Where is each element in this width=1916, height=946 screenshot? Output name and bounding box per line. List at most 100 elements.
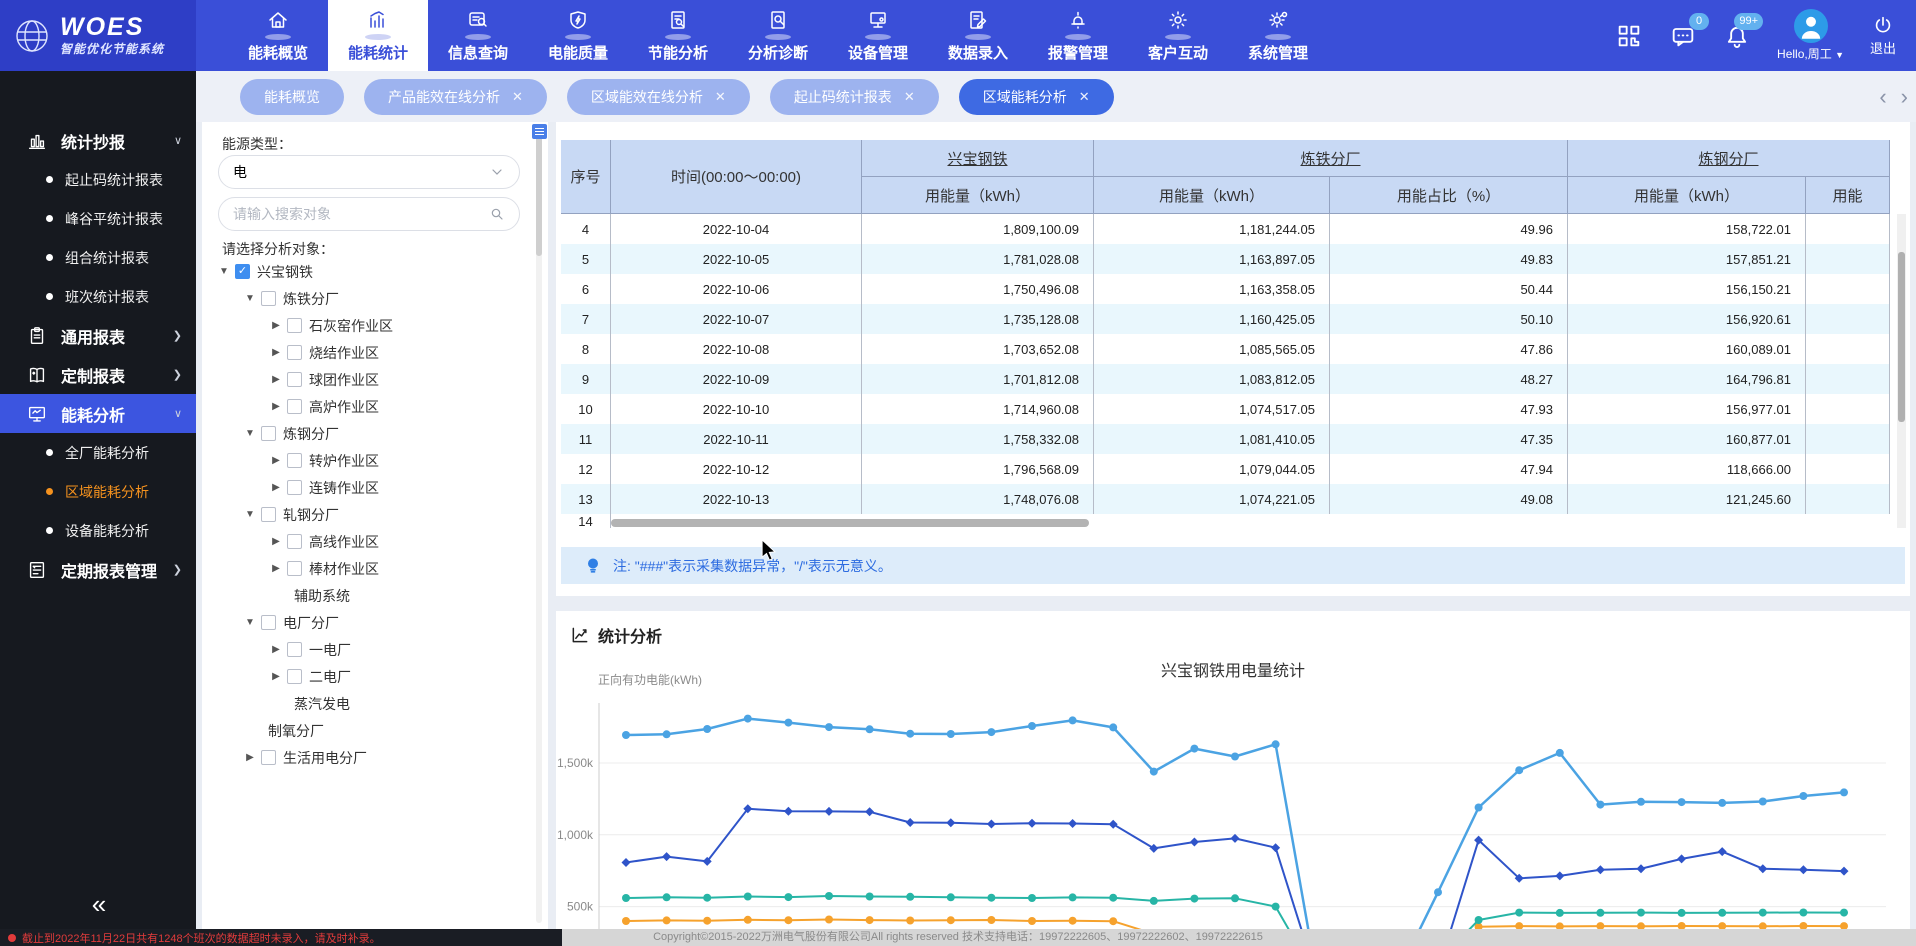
tree-collapse-arrow-icon[interactable]: ▶	[270, 644, 282, 655]
tree-scrollbar[interactable]	[536, 126, 542, 923]
tree-checkbox[interactable]	[261, 750, 276, 765]
tree-node[interactable]: 辅助系统	[202, 582, 532, 609]
sidebar-item-12[interactable]: 定期报表管理❯	[0, 550, 196, 589]
tree-collapse-arrow-icon[interactable]: ▶	[270, 455, 282, 466]
tree-collapse-arrow-icon[interactable]: ▶	[270, 536, 282, 547]
sidebar-item-10[interactable]: 区域能耗分析	[0, 472, 196, 511]
tree-checkbox[interactable]	[287, 372, 302, 387]
nav-item-4[interactable]: 电能质量	[528, 0, 628, 71]
tab-1[interactable]: 能耗概览	[240, 79, 344, 115]
sidebar-item-9[interactable]: 全厂能耗分析	[0, 433, 196, 472]
tree-node[interactable]: ▶一电厂	[202, 636, 532, 663]
sidebar-item-3[interactable]: 峰谷平统计报表	[0, 199, 196, 238]
tree-node[interactable]: ▶石灰窑作业区	[202, 312, 532, 339]
tree-checkbox[interactable]	[287, 345, 302, 360]
tree-node[interactable]: ▼炼钢分厂	[202, 420, 532, 447]
tree-collapse-arrow-icon[interactable]: ▶	[270, 563, 282, 574]
qr-code-icon[interactable]	[1615, 22, 1643, 50]
tree-node[interactable]: ▼✓兴宝钢铁	[202, 258, 532, 285]
tree-node[interactable]: ▶二电厂	[202, 663, 532, 690]
close-icon[interactable]: ✕	[1079, 89, 1090, 105]
tab-3[interactable]: 区域能效在线分析✕	[567, 79, 750, 115]
sidebar-item-4[interactable]: 组合统计报表	[0, 238, 196, 277]
tab-5[interactable]: 区域能耗分析✕	[959, 79, 1114, 115]
nav-item-9[interactable]: 报警管理	[1028, 0, 1128, 71]
table-vscroll-thumb[interactable]	[1898, 252, 1905, 422]
tree-node[interactable]: ▶连铸作业区	[202, 474, 532, 501]
nav-item-8[interactable]: 数据录入	[928, 0, 1028, 71]
tree-checkbox[interactable]	[261, 291, 276, 306]
tree-expand-arrow-icon[interactable]: ▼	[244, 293, 256, 304]
teal-series-point	[622, 894, 630, 902]
tree-collapse-arrow-icon[interactable]: ▶	[244, 752, 256, 763]
tree-collapse-arrow-icon[interactable]: ▶	[270, 671, 282, 682]
tree-node[interactable]: ▶高炉作业区	[202, 393, 532, 420]
tree-node[interactable]: ▶棒材作业区	[202, 555, 532, 582]
tree-checkbox[interactable]	[287, 480, 302, 495]
collapse-tree-panel-icon[interactable]	[532, 124, 547, 139]
close-icon[interactable]: ✕	[904, 89, 915, 105]
tree-checkbox[interactable]: ✓	[235, 264, 250, 279]
sidebar-collapse-button[interactable]: «	[0, 889, 196, 920]
bell-icon[interactable]: 99+	[1723, 22, 1751, 50]
tree-node[interactable]: ▶烧结作业区	[202, 339, 532, 366]
tree-collapse-arrow-icon[interactable]: ▶	[270, 320, 282, 331]
tabs-scroll-left-icon[interactable]: ‹	[1879, 84, 1886, 110]
logout-button[interactable]: 退出	[1870, 14, 1896, 57]
tree-node[interactable]: ▼轧钢分厂	[202, 501, 532, 528]
search-icon[interactable]	[489, 206, 505, 222]
nav-item-7[interactable]: 设备管理	[828, 0, 928, 71]
tree-checkbox[interactable]	[287, 561, 302, 576]
sidebar-item-8[interactable]: 能耗分析∨	[0, 394, 196, 433]
table-horizontal-scrollbar[interactable]	[611, 519, 1089, 527]
close-icon[interactable]: ✕	[715, 89, 726, 105]
tree-node[interactable]: ▼炼铁分厂	[202, 285, 532, 312]
tree-expand-arrow-icon[interactable]: ▼	[218, 266, 230, 277]
tree-collapse-arrow-icon[interactable]: ▶	[270, 401, 282, 412]
tree-checkbox[interactable]	[261, 615, 276, 630]
close-icon[interactable]: ✕	[512, 89, 523, 105]
tree-expand-arrow-icon[interactable]: ▼	[244, 428, 256, 439]
tree-node[interactable]: 蒸汽发电	[202, 690, 532, 717]
energy-type-select[interactable]: 电	[218, 155, 520, 189]
tree-checkbox[interactable]	[287, 399, 302, 414]
tree-expand-arrow-icon[interactable]: ▼	[244, 509, 256, 520]
sidebar-item-1[interactable]: 统计抄报∨	[0, 121, 196, 160]
tree-node[interactable]: ▼电厂分厂	[202, 609, 532, 636]
tabs-scroll-right-icon[interactable]: ›	[1901, 84, 1908, 110]
nav-item-2[interactable]: 能耗统计	[328, 0, 428, 71]
tree-checkbox[interactable]	[287, 669, 302, 684]
light-blue-series-point	[622, 731, 630, 739]
sidebar-item-2[interactable]: 起止码统计报表	[0, 160, 196, 199]
tree-checkbox[interactable]	[261, 507, 276, 522]
nav-item-6[interactable]: 分析诊断	[728, 0, 828, 71]
tree-collapse-arrow-icon[interactable]: ▶	[270, 482, 282, 493]
nav-item-3[interactable]: 信息查询	[428, 0, 528, 71]
message-icon[interactable]: 0	[1669, 22, 1697, 50]
tree-checkbox[interactable]	[261, 426, 276, 441]
tree-node[interactable]: ▶球团作业区	[202, 366, 532, 393]
tree-node[interactable]: ▶生活用电分厂	[202, 744, 532, 771]
tree-checkbox[interactable]	[287, 642, 302, 657]
user-menu[interactable]: Hello,周工 ▼	[1777, 9, 1844, 62]
tree-node[interactable]: 制氧分厂	[202, 717, 532, 744]
nav-item-11[interactable]: 系统管理	[1228, 0, 1328, 71]
nav-item-5[interactable]: 节能分析	[628, 0, 728, 71]
tree-checkbox[interactable]	[287, 534, 302, 549]
tree-node[interactable]: ▶高线作业区	[202, 528, 532, 555]
tab-4[interactable]: 起止码统计报表✕	[770, 79, 939, 115]
tree-node[interactable]: ▶转炉作业区	[202, 447, 532, 474]
tree-collapse-arrow-icon[interactable]: ▶	[270, 374, 282, 385]
tree-checkbox[interactable]	[287, 453, 302, 468]
tree-collapse-arrow-icon[interactable]: ▶	[270, 347, 282, 358]
sidebar-item-5[interactable]: 班次统计报表	[0, 277, 196, 316]
nav-item-10[interactable]: 客户互动	[1128, 0, 1228, 71]
tree-checkbox[interactable]	[287, 318, 302, 333]
tab-2[interactable]: 产品能效在线分析✕	[364, 79, 547, 115]
nav-item-1[interactable]: 能耗概览	[228, 0, 328, 71]
sidebar-item-6[interactable]: 通用报表❯	[0, 316, 196, 355]
tree-expand-arrow-icon[interactable]: ▼	[244, 617, 256, 628]
search-input[interactable]	[233, 206, 489, 222]
sidebar-item-11[interactable]: 设备能耗分析	[0, 511, 196, 550]
sidebar-item-7[interactable]: 定制报表❯	[0, 355, 196, 394]
